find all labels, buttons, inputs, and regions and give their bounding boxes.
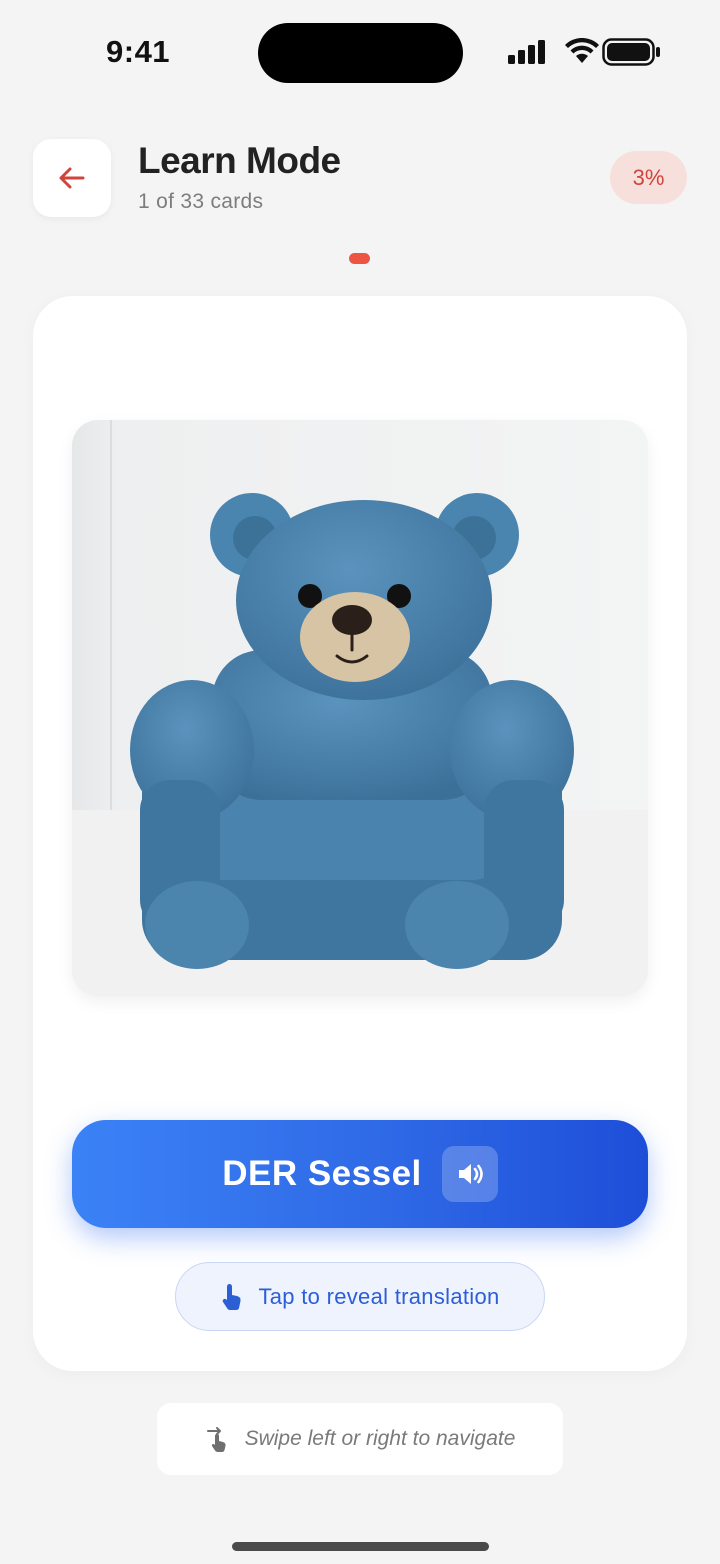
swipe-label: Swipe left or right to navigate bbox=[244, 1427, 516, 1450]
back-button[interactable] bbox=[33, 139, 111, 217]
page-title: Learn Mode bbox=[138, 140, 341, 181]
signal-icon bbox=[508, 40, 545, 64]
progress-dot bbox=[349, 253, 370, 264]
teddy-bear-armchair-image bbox=[72, 420, 648, 996]
status-icons bbox=[508, 36, 660, 68]
word-button[interactable]: DER Sessel bbox=[72, 1120, 648, 1228]
home-indicator[interactable] bbox=[232, 1542, 489, 1551]
progress-badge: 3% bbox=[610, 151, 687, 204]
speaker-volume-icon bbox=[458, 1164, 483, 1184]
status-time: 9:41 bbox=[106, 34, 171, 69]
reveal-label: Tap to reveal translation bbox=[258, 1283, 500, 1309]
speaker-button[interactable] bbox=[441, 1146, 498, 1202]
wifi-icon bbox=[565, 38, 599, 63]
swipe-hint: Swipe left or right to navigate bbox=[157, 1403, 563, 1475]
word-label: DER Sessel bbox=[222, 1154, 422, 1193]
battery-icon bbox=[602, 38, 660, 66]
tap-finger-icon bbox=[223, 1283, 242, 1310]
card-counter: 1 of 33 cards bbox=[138, 190, 264, 213]
swipe-gesture-icon bbox=[206, 1427, 226, 1452]
dynamic-island bbox=[258, 23, 463, 83]
reveal-translation-button[interactable]: Tap to reveal translation bbox=[175, 1262, 545, 1331]
arrow-left-icon bbox=[59, 167, 85, 189]
status-bar: 9:41 bbox=[0, 0, 720, 110]
card-image bbox=[72, 420, 648, 996]
